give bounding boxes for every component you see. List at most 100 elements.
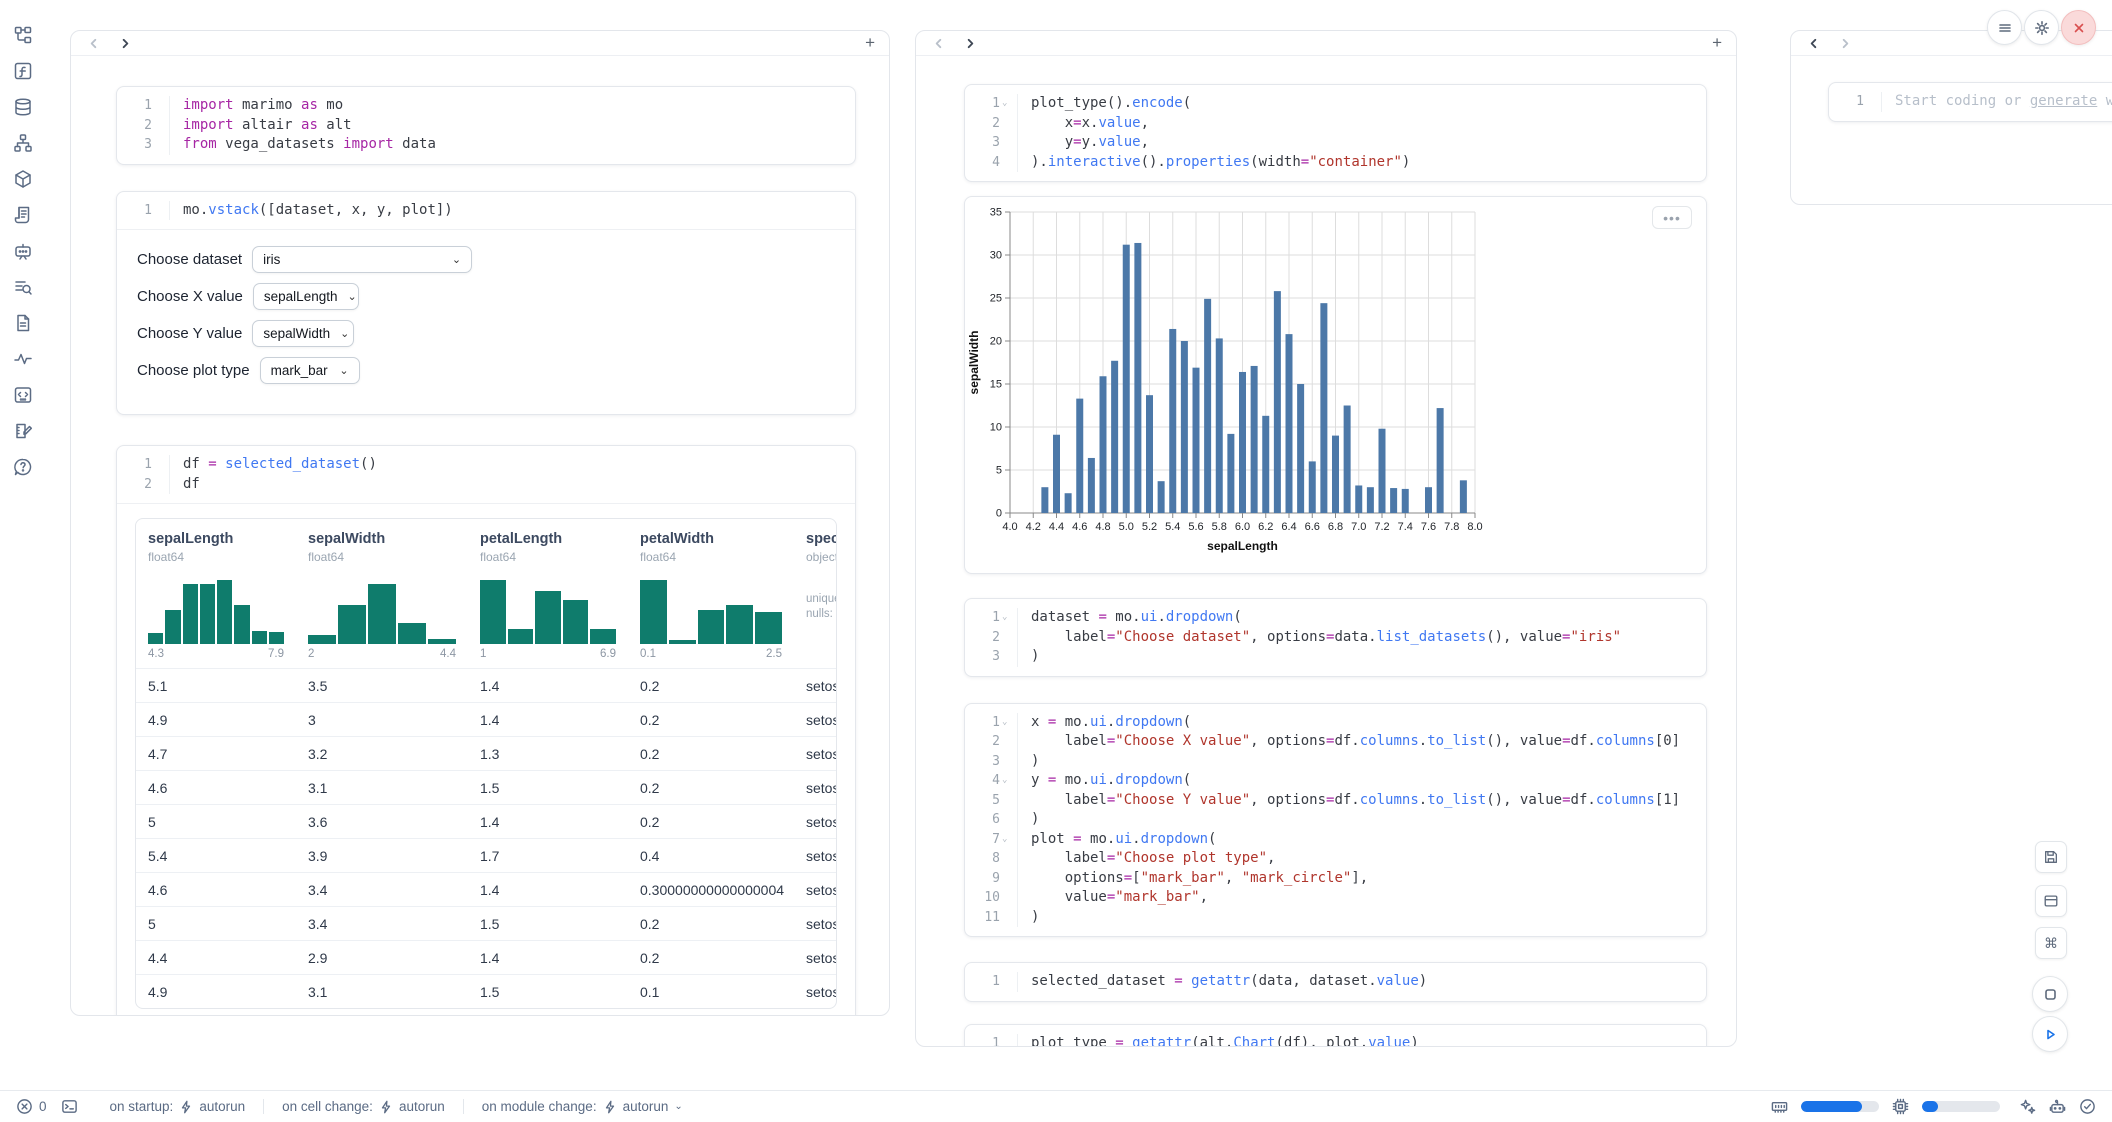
code-line[interactable]: 2⌄ label="Choose dataset", options=data.… xyxy=(971,628,1692,648)
save-button[interactable] xyxy=(2035,841,2067,873)
altair-chart[interactable]: 051015202530354.04.24.44.64.85.05.25.45.… xyxy=(965,201,1707,569)
table-row[interactable]: 4.63.11.50.2setosa xyxy=(136,770,836,804)
code-line[interactable]: 8⌄ label="Choose plot type", xyxy=(971,849,1692,869)
table-row[interactable]: 5.13.51.40.2setosa xyxy=(136,668,836,702)
table-row[interactable]: 4.931.40.2setosa xyxy=(136,702,836,736)
code-line[interactable]: 7⌄plot = mo.ui.dropdown( xyxy=(971,830,1692,850)
code-line[interactable]: 3⌄from vega_datasets import data xyxy=(123,135,841,155)
vstack-code[interactable]: 1⌄mo.vstack([dataset, x, y, plot]) xyxy=(117,192,855,230)
column-right-button[interactable] xyxy=(1839,37,1851,49)
layout-button[interactable] xyxy=(2035,885,2067,917)
terminal-button[interactable] xyxy=(61,1098,78,1115)
add-cell-button[interactable]: + xyxy=(865,33,875,53)
package-icon[interactable] xyxy=(13,168,34,189)
y-select[interactable]: sepalWidth⌄ xyxy=(252,320,354,347)
close-panel-button[interactable] xyxy=(2061,10,2096,45)
code-line[interactable]: 3⌄) xyxy=(971,752,1692,772)
code-line[interactable]: 2⌄import altair as alt xyxy=(123,116,841,136)
notebook-menu-button[interactable] xyxy=(1987,10,2022,45)
table-row[interactable]: 53.41.50.2setosa xyxy=(136,906,836,940)
code-line[interactable]: 10⌄ value="mark_bar", xyxy=(971,888,1692,908)
code-line[interactable]: 6⌄) xyxy=(971,810,1692,830)
table-row[interactable]: 4.63.41.40.30000000000000004setosa xyxy=(136,872,836,906)
empty-cell[interactable]: 1⌄Start coding or generate with AI xyxy=(1828,82,2112,122)
code-line[interactable]: 1⌄dataset = mo.ui.dropdown( xyxy=(971,608,1692,628)
vstack-cell[interactable]: 1⌄mo.vstack([dataset, x, y, plot]) Choos… xyxy=(116,191,856,416)
function-square-icon[interactable] xyxy=(13,60,34,81)
column-right-button[interactable] xyxy=(119,37,131,49)
activity-icon[interactable] xyxy=(13,348,34,369)
dataframe-cell[interactable]: 1⌄df = selected_dataset()2⌄df sepalLengt… xyxy=(116,445,856,1016)
column-histogram[interactable] xyxy=(148,574,284,644)
dataset-select[interactable]: iris⌄ xyxy=(252,246,472,273)
plot-type-cell[interactable]: 1⌄plot_type = getattr(alt.Chart(df), plo… xyxy=(964,1024,1707,1048)
column-left-button[interactable] xyxy=(932,37,944,49)
ai-placeholder[interactable]: 1⌄Start coding or generate with AI xyxy=(1829,83,2112,121)
error-counter[interactable]: 0 xyxy=(16,1098,47,1115)
on-module-change-setting[interactable]: on module change: autorun ⌄ xyxy=(463,1099,701,1114)
plot-encode-cell[interactable]: 1⌄plot_type().encode(2⌄ x=x.value,3⌄ y=y… xyxy=(964,84,1707,182)
dataset-dropdown-cell[interactable]: 1⌄dataset = mo.ui.dropdown(2⌄ label="Cho… xyxy=(964,598,1707,677)
on-startup-setting[interactable]: on startup: autorun xyxy=(92,1099,264,1114)
code-line[interactable]: 11⌄) xyxy=(971,908,1692,928)
column-left-button[interactable] xyxy=(87,37,99,49)
selected-dataset-code[interactable]: 1⌄selected_dataset = getattr(data, datas… xyxy=(965,963,1706,1001)
chat-bot-icon[interactable] xyxy=(13,240,34,261)
xy-plot-dropdown-cell[interactable]: 1⌄x = mo.ui.dropdown(2⌄ label="Choose X … xyxy=(964,703,1707,938)
code-line[interactable]: 9⌄ options=["mark_bar", "mark_circle"], xyxy=(971,869,1692,889)
sparkles-icon[interactable] xyxy=(2019,1098,2036,1115)
dataset-dropdown-code[interactable]: 1⌄dataset = mo.ui.dropdown(2⌄ label="Cho… xyxy=(965,599,1706,676)
column-right-button[interactable] xyxy=(964,37,976,49)
table-row[interactable]: 53.61.40.2setosa xyxy=(136,804,836,838)
table-row[interactable]: 4.73.21.30.2setosa xyxy=(136,736,836,770)
settings-button[interactable] xyxy=(2024,10,2059,45)
column-header-sepalLength[interactable]: sepalLengthfloat644.37.9 xyxy=(136,519,296,668)
column-left-button[interactable] xyxy=(1807,37,1819,49)
code-line[interactable]: 1⌄plot_type = getattr(alt.Chart(df), plo… xyxy=(971,1034,1692,1048)
xy-plot-dropdown-code[interactable]: 1⌄x = mo.ui.dropdown(2⌄ label="Choose X … xyxy=(965,704,1706,937)
code-line[interactable]: 2⌄ label="Choose X value", options=df.co… xyxy=(971,732,1692,752)
list-search-icon[interactable] xyxy=(13,276,34,297)
help-icon[interactable] xyxy=(13,456,34,477)
chart-actions-menu[interactable]: ••• xyxy=(1652,206,1692,229)
table-row[interactable]: 4.42.91.40.2setosa xyxy=(136,940,836,974)
column-header-petalWidth[interactable]: petalWidthfloat640.12.5 xyxy=(628,519,794,668)
imports-cell[interactable]: 1⌄import marimo as mo2⌄import altair as … xyxy=(116,86,856,165)
database-icon[interactable] xyxy=(13,96,34,117)
selected-dataset-cell[interactable]: 1⌄selected_dataset = getattr(data, datas… xyxy=(964,962,1707,1002)
code-line[interactable]: 4⌄y = mo.ui.dropdown( xyxy=(971,771,1692,791)
plot-encode-code[interactable]: 1⌄plot_type().encode(2⌄ x=x.value,3⌄ y=y… xyxy=(965,85,1706,181)
snippets-icon[interactable] xyxy=(13,384,34,405)
code-line[interactable]: 3⌄) xyxy=(971,647,1692,667)
column-histogram[interactable] xyxy=(480,574,616,644)
plot-type-code[interactable]: 1⌄plot_type = getattr(alt.Chart(df), plo… xyxy=(965,1025,1706,1048)
column-header-species[interactable]: speciesobjectunique:nulls: xyxy=(794,519,837,668)
file-tree-icon[interactable] xyxy=(13,24,34,45)
code-line[interactable]: 4⌄).interactive().properties(width="cont… xyxy=(971,153,1692,173)
df-code[interactable]: 1⌄df = selected_dataset()2⌄df xyxy=(117,446,855,503)
code-line[interactable]: 1⌄import marimo as mo xyxy=(123,96,841,116)
code-line[interactable]: 1⌄df = selected_dataset() xyxy=(123,455,841,475)
column-header-petalLength[interactable]: petalLengthfloat6416.9 xyxy=(468,519,628,668)
table-row[interactable]: 5.43.91.70.4setosa xyxy=(136,838,836,872)
table-row[interactable]: 4.93.11.50.1setosa xyxy=(136,974,836,1008)
code-line[interactable]: 1⌄plot_type().encode( xyxy=(971,94,1692,114)
add-cell-button[interactable]: + xyxy=(1712,33,1722,53)
run-button[interactable] xyxy=(2032,1016,2068,1052)
app-frame-button[interactable] xyxy=(2032,976,2068,1012)
on-cell-change-setting[interactable]: on cell change: autorun xyxy=(263,1099,463,1114)
code-line[interactable]: 5⌄ label="Choose Y value", options=df.co… xyxy=(971,791,1692,811)
scratchpad-icon[interactable] xyxy=(13,420,34,441)
code-line[interactable]: 2⌄df xyxy=(123,475,841,495)
column-histogram[interactable] xyxy=(640,574,782,644)
x-select[interactable]: sepalLength⌄ xyxy=(253,283,359,310)
column-header-sepalWidth[interactable]: sepalWidthfloat6424.4 xyxy=(296,519,468,668)
script-icon[interactable] xyxy=(13,204,34,225)
column-histogram[interactable] xyxy=(308,574,456,644)
code-line[interactable]: 2⌄ x=x.value, xyxy=(971,114,1692,134)
plot-type-select[interactable]: mark_bar⌄ xyxy=(260,357,360,384)
check-circle-icon[interactable] xyxy=(2079,1098,2096,1115)
imports-code[interactable]: 1⌄import marimo as mo2⌄import altair as … xyxy=(117,87,855,164)
code-line[interactable]: 1⌄Start coding or generate with AI xyxy=(1835,92,2112,112)
shortcuts-button[interactable]: ⌘ xyxy=(2035,927,2067,959)
